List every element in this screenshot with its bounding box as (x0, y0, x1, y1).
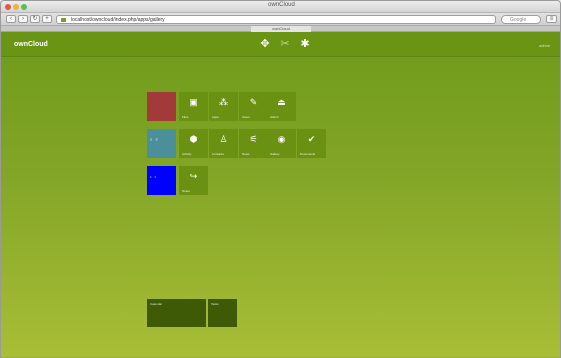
tile-gallery[interactable]: ◉ Gallery (267, 129, 296, 158)
tile-documents[interactable]: ✔ Documents (297, 129, 326, 158)
browser-toolbar: ‹ › ↻ + localhost/owncloud/index.php/app… (1, 13, 560, 26)
tray-icon: ⏏ (277, 97, 286, 107)
tile-files[interactable]: ▣ Files (179, 92, 208, 121)
search-input[interactable]: Google (501, 15, 541, 24)
tile-news[interactable]: ⚟ News (239, 129, 268, 158)
favicon-icon (61, 18, 66, 22)
network-icon: ⁂ (219, 97, 228, 107)
tile-activity[interactable]: ⬢ Activity (179, 129, 208, 158)
tile-label: Gallery (270, 152, 280, 156)
rss-icon: ⚟ (249, 134, 258, 144)
tile-label: News (242, 152, 250, 156)
color-tile[interactable] (147, 92, 176, 121)
url-text: localhost/owncloud/index.php/apps/galler… (71, 17, 165, 23)
tile-notes[interactable]: ↪ Notes (179, 166, 208, 195)
tile-label: Activity (182, 152, 192, 156)
browser-window: ownCloud ‹ › ↻ + localhost/owncloud/inde… (0, 0, 561, 358)
bookmarks-icon[interactable]: ≡ (546, 15, 557, 23)
dock-item-calendar[interactable]: Calendar (147, 299, 206, 327)
tile-dots-icon: ≡ ≡ (150, 137, 159, 142)
brand-logo[interactable]: ownCloud (14, 41, 48, 48)
color-tile[interactable]: • • (147, 166, 176, 195)
back-arrow-icon[interactable]: ‹ (6, 15, 16, 23)
move-icon[interactable]: ✥ (258, 37, 272, 51)
app-header: ownCloud ✥ ✂ ✱ admin (1, 32, 560, 57)
dock-label: Calendar (150, 302, 163, 306)
tile-label: Notes (182, 189, 190, 193)
share-page-icon[interactable]: + (42, 15, 52, 23)
scissors-icon[interactable]: ✂ (278, 37, 292, 51)
tile-label: Admin (270, 115, 279, 119)
tile-apps[interactable]: ⁂ Apps (209, 92, 238, 121)
address-bar[interactable]: localhost/owncloud/index.php/apps/galler… (56, 15, 496, 24)
reload-icon[interactable]: ↻ (30, 15, 40, 23)
window-title: ownCloud (268, 2, 295, 8)
user-menu[interactable]: admin (539, 43, 550, 48)
people-icon: ♙ (219, 134, 228, 144)
tile-label: Files (182, 115, 189, 119)
dock-label: Tasks (211, 302, 219, 306)
tile-label: Users (242, 115, 250, 119)
tile-admin[interactable]: ⏏ Admin (267, 92, 296, 121)
color-tile[interactable]: ≡ ≡ (147, 129, 176, 158)
page-content: ownCloud ✥ ✂ ✱ admin ▣ Files ⁂ Apps ✎ Users ⏏ A… (1, 32, 560, 357)
tile-contacts[interactable]: ♙ Contacts (209, 129, 238, 158)
target-icon: ◉ (277, 134, 286, 144)
wrench-icon: ✎ (249, 97, 258, 107)
tile-label: Documents (300, 152, 316, 156)
tile-dots-icon: • • (150, 174, 157, 179)
share-icon: ↪ (189, 171, 198, 181)
window-titlebar: ownCloud (1, 1, 560, 13)
lightbulb-icon: ✔ (307, 134, 316, 144)
dock-item-tasks[interactable]: Tasks (208, 299, 237, 327)
tile-label: Contacts (212, 152, 224, 156)
image-icon: ▣ (189, 97, 198, 107)
settings-icon[interactable]: ✱ (298, 37, 312, 51)
tile-users[interactable]: ✎ Users (239, 92, 268, 121)
forward-arrow-icon[interactable]: › (18, 15, 28, 23)
tile-label: Apps (212, 115, 219, 119)
apple-icon: ⬢ (189, 134, 198, 144)
